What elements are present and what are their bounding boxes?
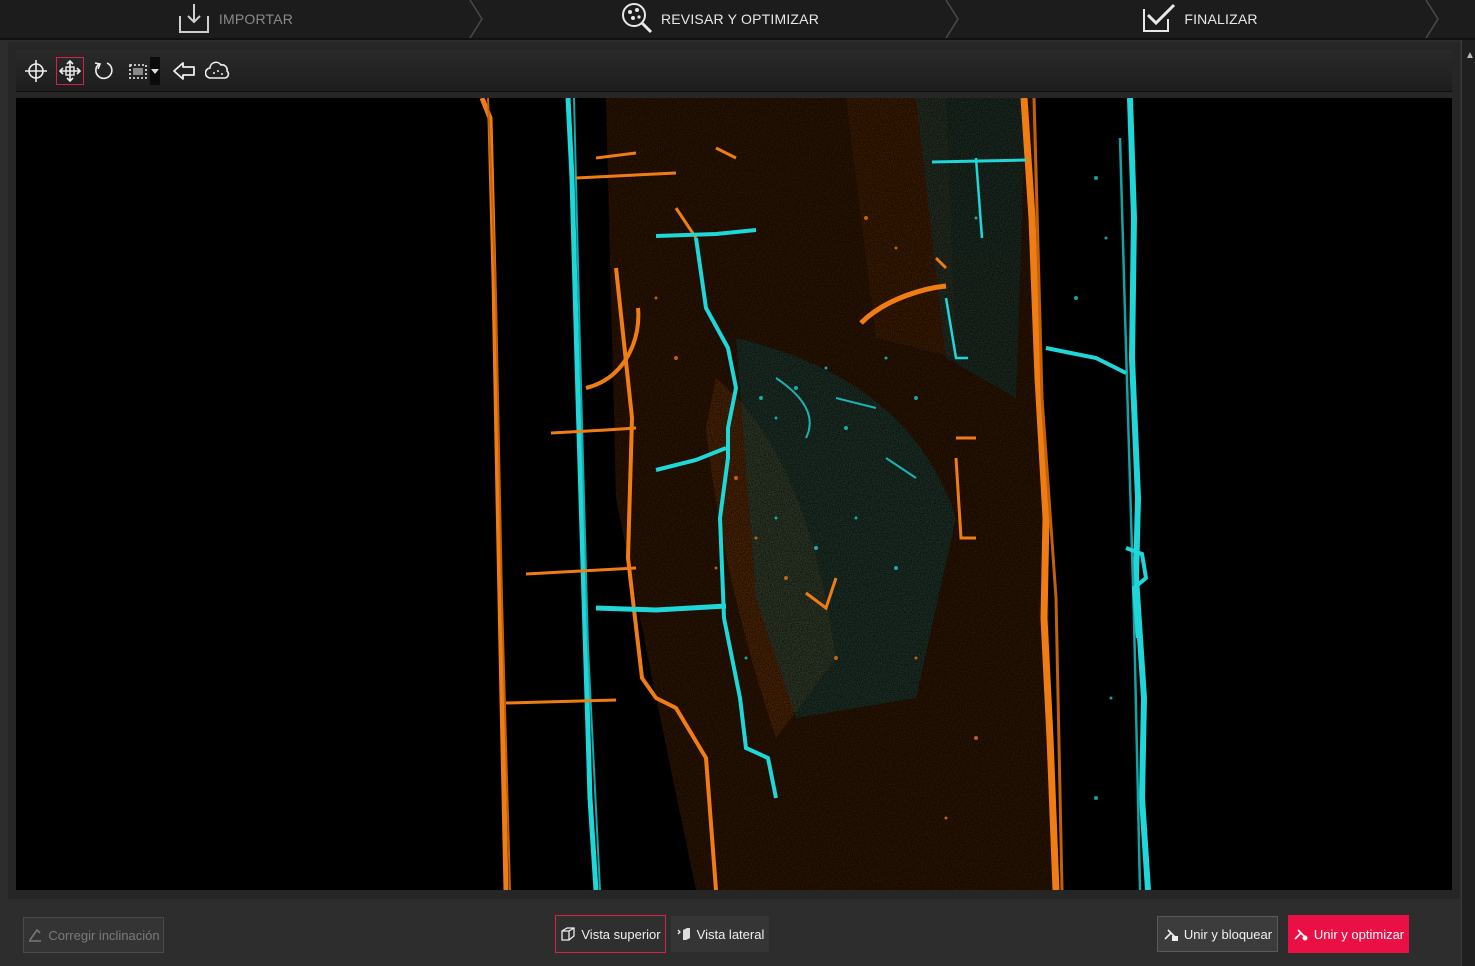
orbit-icon	[25, 59, 47, 82]
selection-tool[interactable]	[124, 57, 152, 85]
top-view-label: Vista superior	[581, 926, 661, 942]
step-separator	[1425, 0, 1439, 38]
finalize-check-icon	[1142, 3, 1176, 36]
merge-lock-button[interactable]: Unir y bloquear	[1157, 916, 1278, 952]
selection-rectangle-icon	[127, 60, 149, 82]
step-label: FINALIZAR	[1184, 11, 1258, 27]
correct-tilt-label: Corregir inclinación	[48, 927, 160, 943]
merge-lock-icon	[1163, 926, 1179, 942]
undo-tool[interactable]	[170, 57, 198, 85]
rotate-icon	[93, 60, 115, 82]
selection-mode-dropdown[interactable]	[150, 56, 160, 85]
review-optimize-icon	[621, 2, 653, 37]
back-arrow-icon	[172, 60, 196, 82]
import-icon	[177, 2, 211, 37]
side-view-button[interactable]: Vista lateral	[671, 916, 769, 952]
merge-optimize-icon	[1293, 926, 1309, 942]
merge-optimize-button[interactable]: Unir y optimizar	[1288, 915, 1409, 953]
viewer-toolbar	[16, 50, 1452, 92]
tilt-icon	[27, 927, 43, 943]
side-view-label: Vista lateral	[696, 926, 765, 942]
side-view-cube-icon	[676, 926, 692, 942]
chevron-down-icon	[151, 62, 159, 80]
pan-move-icon	[59, 59, 81, 82]
scroll-up-icon[interactable]: ▲	[1465, 50, 1475, 61]
orbit-tool[interactable]	[22, 57, 50, 85]
pan-tool[interactable]	[56, 56, 84, 85]
step-finalizar[interactable]: FINALIZAR	[960, 0, 1440, 38]
point-cloud-viewport[interactable]	[16, 98, 1452, 890]
cloud-icon	[205, 60, 231, 82]
step-importar[interactable]: IMPORTAR	[0, 0, 470, 38]
merge-lock-label: Unir y bloquear	[1183, 926, 1273, 942]
vertical-scrollbar[interactable]: ▲	[1461, 40, 1475, 966]
app-window: IMPORTAR REVISAR Y OPTIMIZAR FINALIZAR ▲…	[0, 0, 1475, 966]
merge-optimize-label: Unir y optimizar	[1313, 926, 1405, 942]
step-revisar-optimizar[interactable]: REVISAR Y OPTIMIZAR	[480, 0, 960, 38]
rotate-tool[interactable]	[90, 57, 118, 85]
point-cloud-render	[16, 98, 1452, 890]
step-label: IMPORTAR	[218, 11, 294, 27]
cloud-tool[interactable]	[204, 57, 232, 85]
top-view-button[interactable]: Vista superior	[555, 915, 666, 953]
top-view-cube-icon	[560, 926, 576, 942]
wizard-step-bar: IMPORTAR REVISAR Y OPTIMIZAR FINALIZAR	[0, 0, 1475, 40]
step-label: REVISAR Y OPTIMIZAR	[660, 11, 820, 27]
correct-tilt-button[interactable]: Corregir inclinación	[23, 917, 164, 953]
